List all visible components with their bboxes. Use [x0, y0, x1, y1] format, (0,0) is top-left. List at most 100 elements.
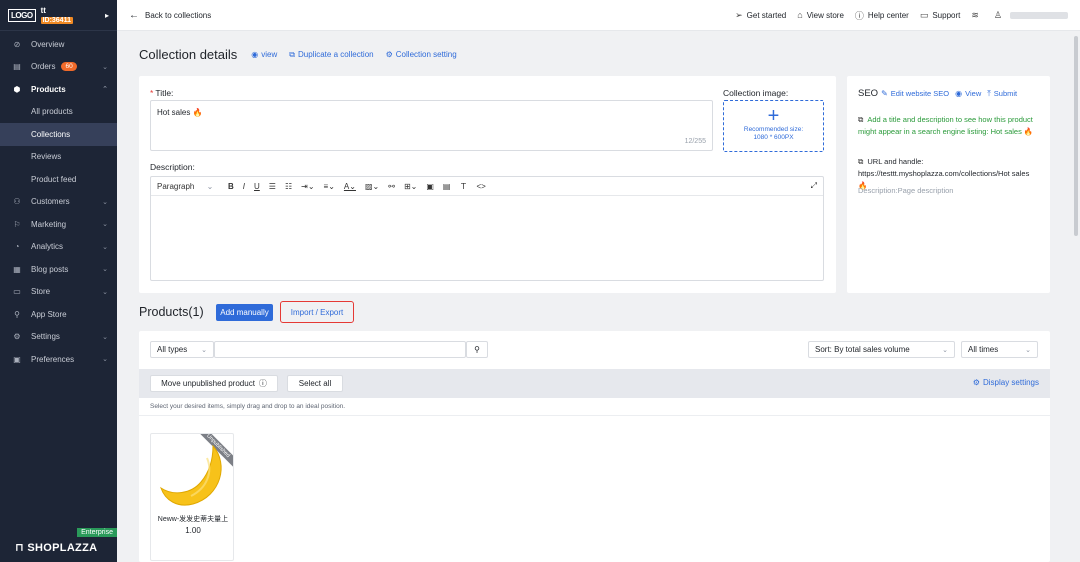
image-icon[interactable]: ▣ [426, 182, 434, 191]
text-color-icon[interactable]: A⌄ [344, 182, 356, 191]
expand-arrow-icon[interactable]: ▸ [105, 11, 109, 20]
back-to-collections-link[interactable]: ← Back to collections [129, 10, 211, 21]
product-card[interactable]: Unpublished Neww-发发史蒂夫量上 1.00 [150, 433, 234, 561]
preferences-icon: ▣ [13, 354, 21, 364]
chevron-down-icon: ⌄ [102, 243, 108, 251]
sidebar-item-products[interactable]: ⬢ Products ⌃ [0, 78, 117, 101]
sidebar-subitem-product-feed[interactable]: Product feed [0, 168, 117, 191]
seo-submit-link[interactable]: ⤒ Submit [987, 89, 1017, 99]
time-filter-value: All times [968, 345, 999, 354]
scrollbar[interactable] [1074, 36, 1078, 236]
sidebar-item-customers[interactable]: ⚇ Customers ⌄ [0, 191, 117, 214]
wifi-indicator[interactable]: ≋ [971, 10, 983, 21]
sidebar-item-app-store[interactable]: ⚲ App Store [0, 303, 117, 326]
product-search-input[interactable] [214, 341, 466, 358]
sidebar-item-blog-posts[interactable]: ▦ Blog posts ⌄ [0, 258, 117, 281]
description-editor[interactable]: Paragraph ⌄ B I U ☰ ☷ ⇥⌄ ≡⌄ A⌄ ▨⌄ ⚯ ⊞⌄ ▣… [150, 176, 824, 281]
fullscreen-icon[interactable]: ⤢ [811, 181, 817, 191]
product-price: 1.00 [185, 526, 201, 535]
sort-select[interactable]: Sort: By total sales volume ⌄ [808, 341, 955, 358]
divider [139, 415, 1050, 416]
background-color-icon[interactable]: ▨⌄ [365, 182, 379, 191]
clear-format-icon[interactable]: Ｔ [459, 181, 467, 192]
orders-icon: ▤ [13, 62, 21, 72]
collection-form-card: * Title: Hot sales 🔥 12/255 Collection im… [139, 76, 836, 293]
sidebar-item-analytics[interactable]: ◔ Analytics ⌄ [0, 236, 117, 259]
add-manually-button[interactable]: Add manually [216, 304, 273, 321]
display-settings-link[interactable]: ⚙ Display settings [973, 378, 1039, 387]
store-switcher[interactable]: LOGO tt ID:36411 ▸ [0, 0, 117, 31]
image-hint-label: Recommended size: [743, 126, 804, 133]
account-name-redacted [1010, 11, 1068, 19]
title-input[interactable]: Hot sales 🔥 12/255 [150, 100, 713, 151]
view-collection-link[interactable]: ◉ view [251, 50, 277, 59]
move-unpublished-button[interactable]: Move unpublished product ⓘ [150, 375, 278, 392]
link-icon[interactable]: ⚯ [388, 182, 395, 191]
collection-image-upload[interactable]: + Recommended size: 1080 * 600PX [723, 100, 824, 152]
store-name: tt [40, 5, 46, 15]
page-title: Collection details [139, 47, 238, 62]
copy-icon: ⧉ [858, 115, 864, 124]
search-button[interactable]: ⚲ [466, 341, 488, 358]
edit-seo-link[interactable]: ✎ Edit website SEO [881, 89, 949, 98]
overview-icon: ⊘ [13, 39, 21, 49]
sidebar-item-orders[interactable]: ▤ Orders 60 ⌄ [0, 56, 117, 79]
home-icon: ⌂ [797, 10, 803, 20]
sidebar-item-store[interactable]: ▭ Store ⌄ [0, 281, 117, 304]
sidebar: LOGO tt ID:36411 ▸ ⊘ Overview ▤ Orders 60 ⌄ … [0, 0, 117, 562]
bullet-list-icon[interactable]: ☰ [269, 182, 276, 191]
seo-view-link[interactable]: ◉ View [955, 89, 981, 98]
select-all-button[interactable]: Select all [287, 375, 343, 392]
edit-seo-label: Edit website SEO [890, 89, 950, 98]
paragraph-select[interactable]: Paragraph ⌄ [157, 182, 219, 191]
drag-hint: Select your desired items, simply drag a… [150, 403, 346, 410]
copy-icon: ⧉ [858, 157, 864, 166]
sidebar-subitem-all-products[interactable]: All products [0, 101, 117, 124]
seo-card: SEO ✎ Edit website SEO ◉ View ⤒ Submit ⧉ Add… [847, 76, 1050, 293]
plan-badge: Enterprise [77, 528, 117, 537]
seo-hint-text: Add a title and description to see how t… [858, 115, 1034, 136]
sidebar-item-settings[interactable]: ⚙ Settings ⌄ [0, 326, 117, 349]
arrow-left-icon: ← [129, 9, 139, 21]
title-label: * Title: [150, 88, 174, 98]
type-filter-select[interactable]: All types ⌄ [150, 341, 214, 358]
seo-view-label: View [965, 89, 982, 98]
indent-icon[interactable]: ⇥⌄ [301, 182, 314, 191]
sidebar-subitem-collections[interactable]: Collections [0, 123, 117, 146]
duplicate-collection-link[interactable]: ⧉ Duplicate a collection [289, 50, 373, 60]
get-started-link[interactable]: ➢ Get started [735, 10, 786, 21]
view-store-link[interactable]: ⌂ View store [797, 10, 844, 20]
get-started-label: Get started [746, 10, 787, 20]
sidebar-nav: ⊘ Overview ▤ Orders 60 ⌄ ⬢ Products ⌃ All prod… [0, 31, 117, 371]
video-icon[interactable]: ▤ [443, 182, 451, 191]
help-center-link[interactable]: ⓘ Help center [855, 9, 909, 22]
bold-icon[interactable]: B [228, 182, 234, 191]
gear-icon: ⚙ [385, 50, 393, 59]
time-filter-select[interactable]: All times ⌄ [961, 341, 1038, 358]
sidebar-item-marketing[interactable]: ⚐ Marketing ⌄ [0, 213, 117, 236]
seo-submit-label: Submit [993, 89, 1018, 98]
code-icon[interactable]: <> [476, 182, 485, 191]
table-icon[interactable]: ⊞⌄ [404, 182, 417, 191]
numbered-list-icon[interactable]: ☷ [285, 182, 292, 191]
import-export-button[interactable]: Import / Export [280, 301, 354, 323]
seo-description: Description:Page description [858, 186, 954, 195]
help-center-label: Help center [867, 10, 909, 20]
sidebar-subitem-reviews[interactable]: Reviews [0, 146, 117, 169]
align-icon[interactable]: ≡⌄ [324, 182, 335, 191]
collection-setting-link[interactable]: ⚙ Collection setting [386, 50, 457, 59]
marketing-icon: ⚐ [13, 219, 21, 229]
account-menu[interactable]: ♙ [994, 10, 1068, 21]
sidebar-item-preferences[interactable]: ▣ Preferences ⌄ [0, 348, 117, 371]
store-icon: ▭ [13, 287, 21, 297]
store-id-badge: ID:36411 [40, 16, 73, 24]
sort-value: Sort: By total sales volume [815, 345, 910, 354]
italic-icon[interactable]: I [243, 182, 245, 191]
underline-icon[interactable]: U [254, 182, 260, 191]
move-unpublished-label: Move unpublished product [161, 379, 255, 388]
sidebar-item-overview[interactable]: ⊘ Overview [0, 33, 117, 56]
chevron-down-icon: ⌄ [102, 63, 108, 71]
support-link[interactable]: ▭ Support [920, 10, 961, 21]
copy-icon: ⧉ [289, 49, 295, 59]
brand-logo: ⊓ SHOPLAZZA [15, 541, 97, 554]
